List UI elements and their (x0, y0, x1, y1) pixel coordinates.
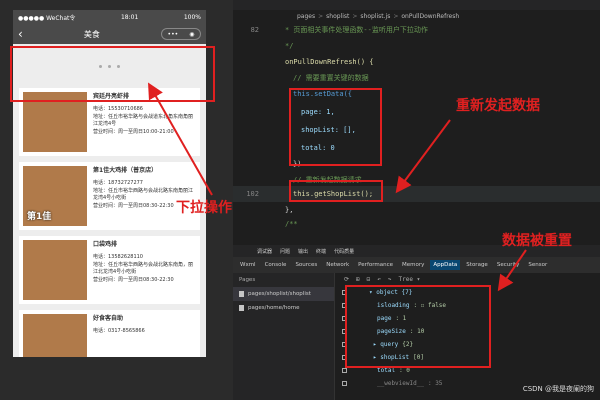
code-line: */ (233, 38, 600, 54)
tab-performance[interactable]: Performance (355, 260, 396, 270)
tab-output[interactable]: 输出 (298, 248, 308, 255)
expand-icon[interactable]: ⊞ (356, 276, 360, 283)
code-line: // 需要重置关键的数据 (233, 70, 600, 86)
shop-hours: 营业时间：周一至周日08:30-22:30 (93, 276, 174, 283)
code-text: // 需要重置关键的数据 (293, 74, 369, 82)
getshoplist-highlight-box (289, 180, 383, 202)
devtools-panel-tabs: Wxml Console Sources Network Performance… (233, 257, 600, 273)
shop-address: 地址：任丘市裕华路与会战道东北角东南角丽江龙湾4号 (93, 113, 194, 128)
capsule-menu[interactable]: ••• ◉ (161, 28, 201, 40)
thumb-logo-text: 第1佳 (27, 212, 52, 222)
shop-item[interactable]: 好食客自助 电话：0317-8565866 (19, 310, 200, 357)
annotation-pull: 下拉操作 (176, 200, 232, 216)
status-time: 18:01 (120, 13, 139, 21)
breadcrumb: pages > shoplist > shoplist.js > onPullD… (233, 10, 600, 22)
code-line: 82 * 页面相关事件处理函数--监听用户下拉动作 (233, 22, 600, 38)
pages-header: Pages (239, 277, 256, 283)
shop-thumbnail (23, 314, 87, 357)
tab-wxml[interactable]: Wxml (237, 260, 259, 270)
setdata-highlight-box (289, 88, 382, 166)
tab-console[interactable]: Console (262, 260, 290, 270)
status-battery: 100% (183, 13, 201, 21)
pull-highlight-box (10, 46, 215, 102)
code-text: /** (285, 220, 298, 228)
breadcrumb-separator: > (318, 12, 324, 20)
page-path: pages/shoplist/shoplist (248, 291, 311, 297)
shop-item[interactable]: 第1佳 第1佳大鸡排（普京店） 电话：18732727277 地址：任丘市裕华西… (19, 162, 200, 230)
shop-hours: 营业时间：周一至周日10:00-21:00 (93, 128, 174, 135)
undo-icon[interactable]: ↶ (377, 276, 381, 283)
phone-status-bar: ●●●●● WeChat令 18:01 100% (13, 10, 206, 24)
refresh-icon[interactable]: ⟳ (344, 276, 349, 283)
shop-info: 口袋鸡排 电话：13582628110 地址：任丘市裕华西路与会战北路东南角，丽… (87, 240, 196, 300)
data-value: : 35 (427, 379, 443, 387)
status-carrier: ●●●●● WeChat令 (18, 14, 76, 22)
tab-problems[interactable]: 问题 (280, 248, 290, 255)
appdata-highlight-box (345, 285, 491, 368)
page-path: pages/home/home (248, 305, 300, 311)
code-text: onPullDownRefresh() { (285, 58, 374, 66)
tab-storage[interactable]: Storage (463, 260, 491, 270)
annotation-refetch: 重新发起数据 (456, 98, 540, 114)
shop-name: 好食客自助 (93, 315, 124, 322)
annotation-reset: 数据被重置 (502, 233, 572, 249)
code-text: */ (285, 42, 294, 50)
more-icon[interactable]: ••• (168, 31, 179, 38)
breadcrumb-item[interactable]: shoplist (326, 13, 349, 20)
screenshot-root: ●●●●● WeChat令 18:01 100% ‹ 美食 ••• ◉ 宾廷丹亮… (0, 0, 600, 400)
shop-phone: 电话：0317-8565866 (93, 328, 145, 334)
row-checkbox[interactable] (342, 380, 347, 386)
breadcrumb-separator: > (393, 12, 399, 20)
breadcrumb-separator: > (352, 12, 358, 20)
collapse-icon[interactable]: ⊟ (367, 276, 371, 283)
breadcrumb-item[interactable]: onPullDownRefresh (401, 13, 459, 20)
shop-name: 口袋鸡排 (93, 241, 118, 248)
code-text: }, (285, 206, 294, 214)
tab-appdata[interactable]: AppData (430, 260, 461, 270)
redo-icon[interactable]: ↷ (388, 276, 392, 283)
tab-debugger[interactable]: 调试器 (257, 248, 272, 255)
shop-address: 地址：任丘市裕华西路与会战北路东南角，丽江北龙湾4号小吃街 (93, 261, 194, 276)
shop-thumbnail: 第1佳 (23, 166, 87, 226)
page-item-home[interactable]: pages/home/home (233, 301, 334, 315)
line-number: 82 (250, 26, 259, 34)
nav-title: 美食 (83, 29, 100, 39)
shop-info: 第1佳大鸡排（普京店） 电话：18732727277 地址：任丘市裕华西路与会战… (87, 166, 196, 226)
editor-tab-bar (233, 0, 600, 10)
code-text: * 页面相关事件处理函数--监听用户下拉动作 (285, 26, 428, 34)
breadcrumb-item[interactable]: shoplist.js (360, 13, 390, 20)
shop-phone: 电话：18732727277 (93, 180, 143, 186)
code-line: onPullDownRefresh() { (233, 54, 600, 70)
data-row[interactable]: __webviewId__ : 35 (342, 378, 442, 388)
data-key: __webviewId__ (377, 379, 424, 387)
phone-nav-bar: ‹ 美食 ••• ◉ (13, 24, 206, 44)
close-mini-icon[interactable]: ◉ (189, 31, 194, 38)
tab-security[interactable]: Security (494, 260, 523, 270)
row-checkbox[interactable] (342, 367, 347, 373)
tab-code-quality[interactable]: 代码质量 (334, 248, 354, 255)
breadcrumb-item[interactable]: pages (297, 13, 315, 20)
shop-name: 第1佳大鸡排（普京店） (93, 167, 158, 174)
shop-phone: 电话：13582628110 (93, 254, 143, 260)
shop-info: 好食客自助 电话：0317-8565866 (87, 314, 196, 357)
page-item-shoplist[interactable]: pages/shoplist/shoplist (233, 287, 334, 301)
watermark: CSDN @我是夜阑的狗 (522, 385, 594, 393)
tab-sources[interactable]: Sources (292, 260, 320, 270)
tab-sensor[interactable]: Sensor (525, 260, 550, 270)
back-icon[interactable]: ‹ (18, 27, 23, 41)
shop-thumbnail (23, 240, 87, 300)
file-icon (239, 291, 244, 297)
shop-phone: 电话：15530710686 (93, 106, 143, 112)
tab-network[interactable]: Network (323, 260, 352, 270)
file-icon (239, 305, 244, 311)
appdata-toolbar: ⟳ ⊞ ⊟ ↶ ↷ Tree ▾ (336, 273, 600, 285)
tab-terminal[interactable]: 终端 (316, 248, 326, 255)
line-number: 102 (246, 190, 259, 198)
tab-memory[interactable]: Memory (399, 260, 427, 270)
pages-list-panel: Pages pages/shoplist/shoplist pages/home… (233, 273, 335, 400)
shop-item[interactable]: 口袋鸡排 电话：13582628110 地址：任丘市裕华西路与会战北路东南角，丽… (19, 236, 200, 304)
view-mode-select[interactable]: Tree ▾ (399, 276, 421, 283)
